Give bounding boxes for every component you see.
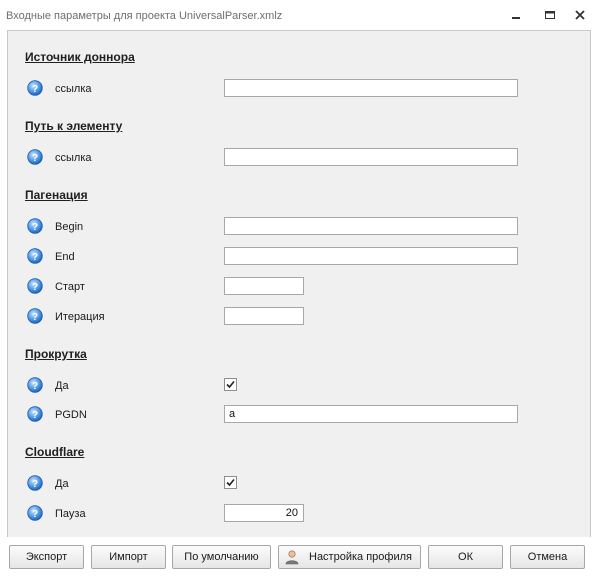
close-icon xyxy=(575,10,585,20)
section-title-pagination: Пагенация xyxy=(25,188,88,202)
pgdn-input[interactable]: a xyxy=(224,405,518,423)
cancel-button[interactable]: Отмена xyxy=(510,545,585,569)
default-button-label: По умолчанию xyxy=(184,551,259,563)
svg-text:?: ? xyxy=(32,410,38,421)
import-button[interactable]: Импорт xyxy=(91,545,166,569)
ok-button[interactable]: ОК xyxy=(428,545,503,569)
pause-label: Пауза xyxy=(55,508,86,520)
row-pause: ? Пауза 20 xyxy=(8,503,588,525)
window-title: Входные параметры для проекта UniversalP… xyxy=(6,10,283,22)
help-icon[interactable]: ? xyxy=(27,80,43,96)
cancel-button-label: Отмена xyxy=(527,551,568,563)
svg-text:?: ? xyxy=(32,222,38,233)
help-icon[interactable]: ? xyxy=(27,278,43,294)
pause-input[interactable]: 20 xyxy=(224,504,304,522)
section-title-donor: Источник доннора xyxy=(25,50,135,64)
begin-input[interactable] xyxy=(224,217,518,235)
export-button-label: Экспорт xyxy=(25,551,68,563)
checkmark-icon xyxy=(226,380,235,389)
help-icon[interactable]: ? xyxy=(27,248,43,264)
row-element-path-link: ? ссылка xyxy=(8,147,588,169)
row-end: ? End xyxy=(8,246,588,268)
close-button[interactable] xyxy=(570,6,590,24)
svg-text:?: ? xyxy=(32,479,38,490)
help-icon[interactable]: ? xyxy=(27,218,43,234)
title-bar: Входные параметры для проекта UniversalP… xyxy=(0,0,599,30)
end-input[interactable] xyxy=(224,247,518,265)
cloudflare-yes-checkbox[interactable] xyxy=(224,476,237,489)
minimize-button[interactable] xyxy=(506,6,526,24)
parameters-panel: Источник доннора ? ссылка Путь к элемент… xyxy=(7,30,591,538)
button-bar: Экспорт Импорт По умолчанию Настройка пр… xyxy=(0,537,599,580)
pgdn-label: PGDN xyxy=(55,409,87,421)
ok-button-label: ОК xyxy=(458,551,473,563)
help-icon[interactable]: ? xyxy=(27,475,43,491)
scroll-yes-label: Да xyxy=(55,380,69,392)
iteration-input[interactable] xyxy=(224,307,304,325)
start-label: Старт xyxy=(55,281,85,293)
row-begin: ? Begin xyxy=(8,216,588,238)
donor-link-label: ссылка xyxy=(55,83,92,95)
section-title-scroll: Прокрутка xyxy=(25,347,87,361)
export-button[interactable]: Экспорт xyxy=(9,545,84,569)
help-icon[interactable]: ? xyxy=(27,406,43,422)
svg-text:?: ? xyxy=(32,509,38,520)
end-label: End xyxy=(55,251,75,263)
svg-text:?: ? xyxy=(32,312,38,323)
scroll-yes-checkbox[interactable] xyxy=(224,378,237,391)
profile-settings-button[interactable]: Настройка профиля xyxy=(278,545,421,569)
section-title-element-path: Путь к элементу xyxy=(25,119,123,133)
svg-text:?: ? xyxy=(32,84,38,95)
svg-text:?: ? xyxy=(32,252,38,263)
svg-text:?: ? xyxy=(32,153,38,164)
maximize-icon xyxy=(545,11,555,19)
element-path-link-input[interactable] xyxy=(224,148,518,166)
cloudflare-yes-label: Да xyxy=(55,478,69,490)
row-donor-link: ? ссылка xyxy=(8,78,588,100)
row-iteration: ? Итерация xyxy=(8,306,588,328)
help-icon[interactable]: ? xyxy=(27,149,43,165)
row-scroll-yes: ? Да xyxy=(8,375,588,397)
profile-settings-button-label: Настройка профиля xyxy=(309,551,412,563)
default-button[interactable]: По умолчанию xyxy=(172,545,271,569)
row-cloudflare-yes: ? Да xyxy=(8,473,588,495)
row-pgdn: ? PGDN a xyxy=(8,404,588,426)
checkmark-icon xyxy=(226,478,235,487)
svg-text:?: ? xyxy=(32,282,38,293)
minimize-icon xyxy=(512,17,520,19)
help-icon[interactable]: ? xyxy=(27,308,43,324)
help-icon[interactable]: ? xyxy=(27,377,43,393)
element-path-link-label: ссылка xyxy=(55,152,92,164)
iteration-label: Итерация xyxy=(55,311,105,323)
section-title-cloudflare: Cloudflare xyxy=(25,445,85,459)
user-icon xyxy=(285,550,299,565)
row-start: ? Старт xyxy=(8,276,588,298)
maximize-button[interactable] xyxy=(540,6,560,24)
help-icon[interactable]: ? xyxy=(27,505,43,521)
svg-text:?: ? xyxy=(32,381,38,392)
start-input[interactable] xyxy=(224,277,304,295)
import-button-label: Импорт xyxy=(109,551,148,563)
donor-link-input[interactable] xyxy=(224,79,518,97)
begin-label: Begin xyxy=(55,221,84,233)
